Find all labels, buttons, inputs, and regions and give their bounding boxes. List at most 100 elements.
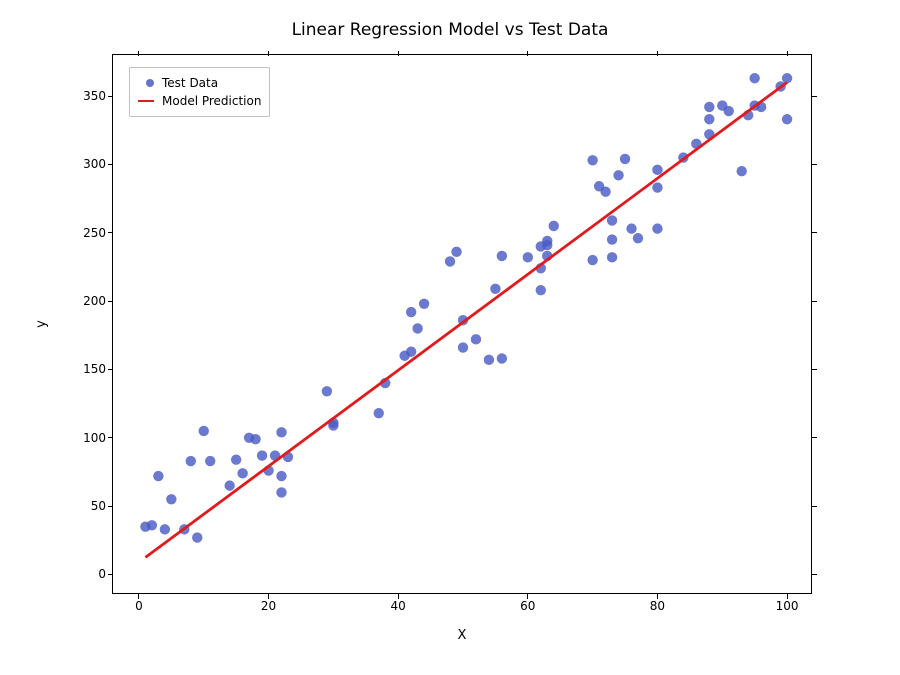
legend-item-line: Model Prediction: [138, 92, 261, 110]
scatter-point: [704, 114, 714, 124]
scatter-point: [276, 487, 286, 497]
x-tick-label: 20: [261, 599, 276, 613]
scatter-marker-icon: [138, 79, 162, 87]
y-tick: [108, 301, 113, 302]
scatter-point: [620, 154, 630, 164]
scatter-point: [250, 434, 260, 444]
scatter-point: [224, 480, 234, 490]
scatter-point: [451, 247, 461, 257]
x-tick-top: [527, 51, 528, 56]
scatter-point: [490, 284, 500, 294]
scatter-point: [782, 114, 792, 124]
scatter-point: [322, 386, 332, 396]
y-tick: [108, 96, 113, 97]
scatter-point: [523, 252, 533, 262]
x-tick-top: [657, 51, 658, 56]
scatter-point: [237, 468, 247, 478]
scatter-point: [231, 454, 241, 464]
y-tick-label: 100: [83, 431, 106, 445]
y-tick-right: [812, 164, 817, 165]
scatter-point: [192, 532, 202, 542]
x-tick-label: 100: [776, 599, 799, 613]
scatter-point: [276, 427, 286, 437]
x-tick-label: 80: [650, 599, 665, 613]
scatter-point: [542, 236, 552, 246]
scatter-point: [626, 223, 636, 233]
legend-line-label: Model Prediction: [162, 94, 261, 108]
scatter-point: [406, 307, 416, 317]
scatter-point: [497, 251, 507, 261]
scatter-point: [613, 170, 623, 180]
scatter-point: [652, 165, 662, 175]
scatter-point: [633, 233, 643, 243]
scatter-point: [497, 353, 507, 363]
y-tick: [108, 369, 113, 370]
scatter-point: [186, 456, 196, 466]
scatter-point: [445, 256, 455, 266]
y-tick: [108, 164, 113, 165]
y-tick-label: 150: [83, 362, 106, 376]
y-tick-right: [812, 301, 817, 302]
plot-svg: [113, 55, 813, 595]
scatter-point: [205, 456, 215, 466]
x-tick-top: [138, 51, 139, 56]
legend: Test Data Model Prediction: [129, 67, 270, 117]
legend-item-scatter: Test Data: [138, 74, 261, 92]
x-tick-label: 0: [135, 599, 143, 613]
y-tick-label: 50: [91, 499, 106, 513]
y-tick: [108, 437, 113, 438]
line-marker-icon: [138, 100, 162, 103]
y-tick-label: 0: [98, 567, 106, 581]
x-tick-label: 40: [391, 599, 406, 613]
scatter-point: [147, 520, 157, 530]
scatter-point: [587, 255, 597, 265]
y-tick-right: [812, 574, 817, 575]
scatter-point: [749, 73, 759, 83]
scatter-point: [458, 342, 468, 352]
scatter-point: [412, 323, 422, 333]
y-axis-label: y: [34, 54, 54, 594]
scatter-point: [276, 471, 286, 481]
scatter-point: [704, 102, 714, 112]
scatter-point: [607, 252, 617, 262]
chart-title: Linear Regression Model vs Test Data: [0, 20, 900, 40]
x-tick-top: [787, 51, 788, 56]
y-tick-label: 300: [83, 157, 106, 171]
scatter-point: [782, 73, 792, 83]
plot-area: 020406080100 050100150200250300350 Test …: [112, 54, 812, 594]
scatter-point: [536, 285, 546, 295]
scatter-point: [652, 223, 662, 233]
y-tick-right: [812, 96, 817, 97]
scatter-point: [199, 426, 209, 436]
y-tick: [108, 574, 113, 575]
scatter-point: [484, 355, 494, 365]
x-tick-top: [398, 51, 399, 56]
scatter-point: [419, 299, 429, 309]
scatter-point: [607, 234, 617, 244]
scatter-point: [153, 471, 163, 481]
y-tick-label: 350: [83, 89, 106, 103]
scatter-point: [724, 106, 734, 116]
scatter-point: [406, 346, 416, 356]
scatter-series: [140, 73, 792, 543]
x-tick-label: 60: [520, 599, 535, 613]
y-tick-right: [812, 437, 817, 438]
x-tick-top: [268, 51, 269, 56]
chart-container: Linear Regression Model vs Test Data 020…: [0, 0, 900, 675]
scatter-point: [374, 408, 384, 418]
y-tick-right: [812, 506, 817, 507]
scatter-point: [607, 215, 617, 225]
y-tick-right: [812, 369, 817, 370]
scatter-point: [549, 221, 559, 231]
y-tick-label: 200: [83, 294, 106, 308]
legend-scatter-label: Test Data: [162, 76, 218, 90]
scatter-point: [160, 524, 170, 534]
scatter-point: [652, 182, 662, 192]
x-axis-label: X: [112, 628, 812, 643]
y-tick-right: [812, 232, 817, 233]
regression-line: [145, 82, 787, 557]
scatter-point: [257, 450, 267, 460]
scatter-point: [166, 494, 176, 504]
scatter-point: [737, 166, 747, 176]
regression-line-path: [145, 82, 787, 557]
